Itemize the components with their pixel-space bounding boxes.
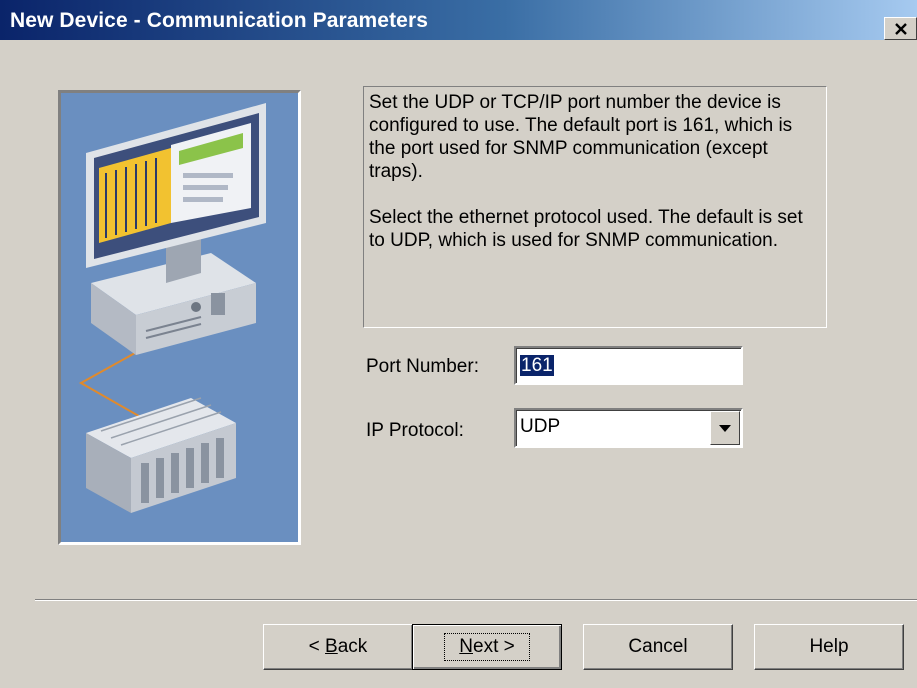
back-button-label: < Back <box>308 636 368 657</box>
back-button[interactable]: < Back <box>263 624 413 670</box>
help-button[interactable]: Help <box>754 624 904 670</box>
description-paragraph-port: Set the UDP or TCP/IP port number the de… <box>369 92 793 182</box>
ip-protocol-select[interactable]: UDP <box>514 408 743 448</box>
ip-protocol-label: IP Protocol: <box>366 420 464 441</box>
window-title: New Device - Communication Parameters <box>10 9 429 32</box>
description-panel: Set the UDP or TCP/IP port number the de… <box>363 86 827 328</box>
ip-protocol-dropdown-button[interactable] <box>710 411 740 445</box>
port-number-input[interactable]: 161 <box>514 346 743 385</box>
network-illustration-art <box>61 93 298 542</box>
close-button[interactable] <box>884 17 917 40</box>
cancel-button-label: Cancel <box>628 636 688 657</box>
chevron-down-icon <box>719 424 731 432</box>
port-number-value: 161 <box>520 355 554 376</box>
next-button-label: Next > <box>444 633 530 661</box>
footer-separator <box>35 599 917 601</box>
help-button-label: Help <box>809 636 849 657</box>
cancel-button[interactable]: Cancel <box>583 624 733 670</box>
close-icon <box>894 22 907 35</box>
computer-and-device-illustration <box>58 90 301 545</box>
title-bar: New Device - Communication Parameters <box>0 0 917 40</box>
description-paragraph-protocol: Select the ethernet protocol used. The d… <box>369 207 803 251</box>
ip-protocol-value: UDP <box>520 416 561 437</box>
next-button[interactable]: Next > <box>412 624 562 670</box>
port-number-label: Port Number: <box>366 356 479 377</box>
